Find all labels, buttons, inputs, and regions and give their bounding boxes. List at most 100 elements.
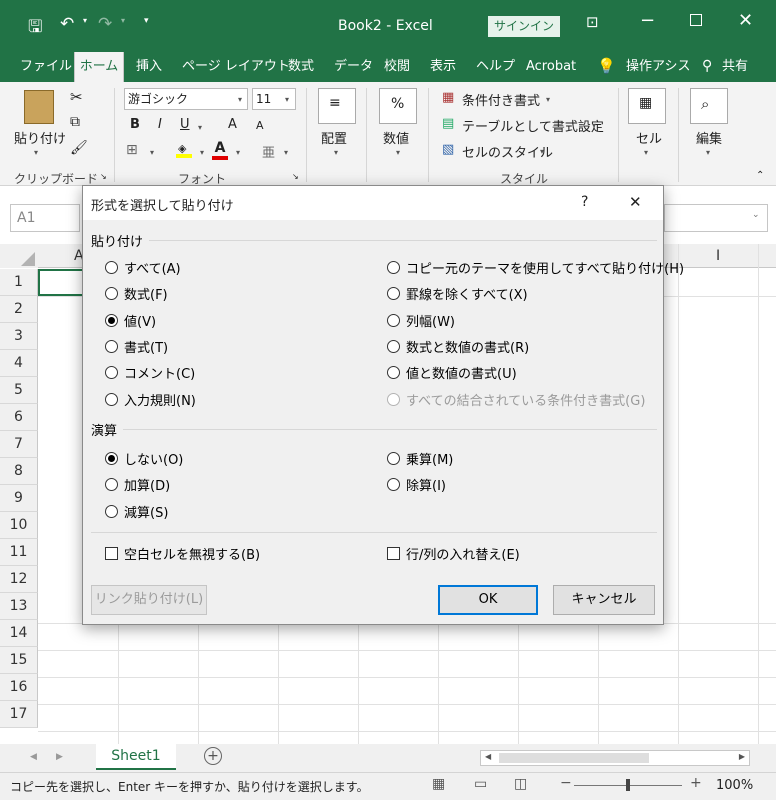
transpose-checkbox[interactable]: 行/列の入れ替え(E) (387, 544, 520, 563)
radio-option[interactable]: しない(O) (105, 449, 183, 468)
font-launcher-icon[interactable]: ↘ (292, 172, 299, 181)
checkbox-box[interactable] (105, 547, 118, 560)
italic-button[interactable]: I (158, 117, 162, 132)
ribbon-display-icon[interactable]: ⊡ (586, 13, 599, 31)
column-header-i[interactable]: I (716, 248, 720, 264)
zoom-level[interactable]: 100% (716, 778, 753, 793)
bold-button[interactable]: B (130, 117, 140, 132)
cell-style-dropdown-icon[interactable]: ▾ (540, 147, 544, 156)
fill-color-dropdown-icon[interactable]: ▾ (200, 148, 204, 157)
ok-button[interactable]: OK (438, 585, 538, 615)
row-header[interactable]: 17 (0, 701, 38, 728)
tab-acrobat[interactable]: Acrobat (524, 52, 578, 82)
radio-option[interactable]: 数式(F) (105, 284, 168, 303)
tab-file[interactable]: ファイル (18, 52, 74, 82)
cells-dropdown-icon[interactable]: ▾ (644, 148, 648, 157)
radio-button[interactable] (105, 452, 118, 465)
page-break-view-icon[interactable]: ◫ (514, 776, 527, 792)
format-painter-icon[interactable]: 🖌 (70, 140, 88, 156)
row-header[interactable]: 5 (0, 377, 38, 404)
redo-icon[interactable]: ↷ (98, 14, 112, 34)
name-box[interactable]: A1 (10, 204, 80, 232)
row-header[interactable]: 16 (0, 674, 38, 701)
radio-button[interactable] (105, 366, 118, 380)
radio-option[interactable]: 罫線を除くすべて(X) (387, 284, 528, 303)
scroll-right-icon[interactable]: ▶ (739, 752, 745, 761)
radio-option[interactable]: コメント(C) (105, 363, 195, 382)
phonetic-dropdown-icon[interactable]: ▾ (284, 148, 288, 157)
radio-option[interactable]: 値(V) (105, 311, 156, 330)
radio-button[interactable] (105, 261, 118, 274)
maximize-icon[interactable] (690, 14, 702, 26)
tab-home[interactable]: ホーム (74, 52, 124, 82)
radio-option[interactable]: 入力規則(N) (105, 390, 196, 409)
prev-sheet-icon[interactable]: ◀ (30, 752, 37, 762)
radio-option[interactable]: 加算(D) (105, 475, 170, 494)
row-header[interactable]: 15 (0, 647, 38, 674)
scroll-left-icon[interactable]: ◀ (485, 752, 491, 761)
radio-button[interactable] (105, 504, 118, 518)
expand-formula-icon[interactable]: ⌄ (752, 210, 760, 220)
radio-option[interactable]: 値と数値の書式(U) (387, 363, 517, 382)
checkbox-box[interactable] (387, 547, 400, 560)
editing-dropdown-icon[interactable]: ▾ (706, 148, 710, 157)
tab-review[interactable]: 校閲 (382, 52, 412, 82)
radio-option[interactable]: 数式と数値の書式(R) (387, 337, 529, 356)
table-format-dropdown-icon[interactable]: ▾ (592, 121, 596, 130)
row-header[interactable]: 1 (0, 269, 38, 296)
row-header[interactable]: 13 (0, 593, 38, 620)
zoom-slider-thumb[interactable] (626, 779, 630, 791)
row-header[interactable]: 2 (0, 296, 38, 323)
font-name-select[interactable]: 游ゴシック (124, 88, 248, 110)
tab-data[interactable]: データ (332, 52, 375, 82)
paste-dropdown-icon[interactable]: ▾ (34, 148, 38, 157)
conditional-format-dropdown-icon[interactable]: ▾ (546, 95, 550, 104)
number-button-label[interactable]: 数値 (383, 128, 409, 147)
tab-formulas[interactable]: 数式 (286, 52, 316, 82)
phonetic-icon[interactable]: 亜 (262, 142, 275, 161)
row-header[interactable]: 6 (0, 404, 38, 431)
row-header[interactable]: 3 (0, 323, 38, 350)
undo-dropdown-icon[interactable]: ▾ (83, 16, 87, 25)
underline-dropdown-icon[interactable]: ▾ (198, 123, 202, 132)
fill-color-icon[interactable]: ◈ (176, 142, 192, 158)
font-size-dropdown-icon[interactable]: ▾ (285, 95, 289, 104)
zoom-in-button[interactable]: + (690, 775, 702, 791)
increase-font-button[interactable]: A (228, 117, 237, 132)
row-header[interactable]: 4 (0, 350, 38, 377)
borders-icon[interactable]: ⊞ (126, 142, 138, 158)
cells-icon[interactable]: ▦ (628, 88, 666, 124)
save-icon[interactable]: 🖫 (28, 14, 42, 43)
radio-button[interactable] (387, 366, 400, 380)
radio-button[interactable] (105, 313, 118, 327)
row-header[interactable]: 9 (0, 485, 38, 512)
table-format-button[interactable]: テーブルとして書式設定 (462, 116, 604, 135)
radio-button[interactable] (105, 287, 118, 301)
help-button[interactable]: ? (581, 194, 588, 210)
tab-insert[interactable]: 挿入 (134, 52, 164, 82)
radio-option[interactable]: 書式(T) (105, 337, 168, 356)
close-window-icon[interactable]: ✕ (738, 10, 753, 31)
row-header[interactable]: 12 (0, 566, 38, 593)
radio-option[interactable]: 除算(I) (387, 475, 446, 494)
alignment-icon[interactable]: ≡ (318, 88, 356, 124)
radio-button[interactable] (387, 287, 400, 301)
customize-qat-icon[interactable]: ▾ (144, 16, 149, 26)
minimize-icon[interactable]: − (640, 10, 655, 31)
horizontal-scrollbar[interactable]: ◀ ▶ (480, 750, 750, 766)
radio-button[interactable] (105, 478, 118, 492)
clipboard-launcher-icon[interactable]: ↘ (100, 172, 107, 181)
radio-option[interactable]: コピー元のテーマを使用してすべて貼り付け(H) (387, 258, 684, 277)
row-header[interactable]: 8 (0, 458, 38, 485)
conditional-format-button[interactable]: 条件付き書式 (462, 90, 540, 109)
font-color-icon[interactable]: A (212, 140, 228, 160)
sheet-tab[interactable]: Sheet1 (96, 744, 176, 770)
collapse-ribbon-icon[interactable]: ⌃ (756, 170, 764, 181)
radio-button[interactable] (387, 313, 400, 327)
alignment-button-label[interactable]: 配置 (321, 128, 347, 147)
skip-blanks-checkbox[interactable]: 空白セルを無視する(B) (105, 544, 260, 563)
signin-button[interactable]: サインイン (488, 16, 560, 37)
radio-option[interactable]: 減算(S) (105, 502, 168, 521)
share-button[interactable]: 共有 (720, 52, 750, 82)
row-header[interactable]: 11 (0, 539, 38, 566)
